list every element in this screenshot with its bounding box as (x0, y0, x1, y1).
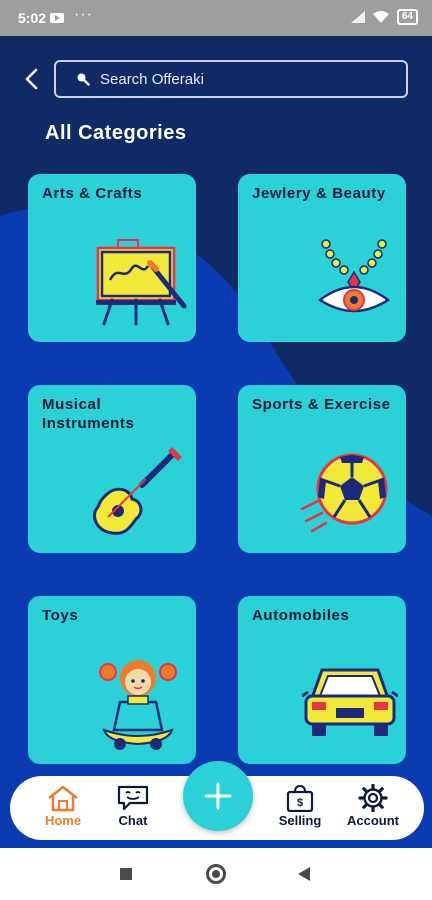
nav-item-home[interactable]: Home (33, 784, 93, 836)
category-card-arts-crafts[interactable]: Arts & Crafts (28, 174, 196, 342)
category-card-jewlery-beauty[interactable]: Jewlery & Beauty (238, 174, 406, 342)
search-input[interactable] (98, 69, 382, 89)
necklace-eye-icon (318, 239, 390, 313)
signal-icon (350, 11, 365, 23)
shopping-bag-icon: $ (286, 784, 314, 812)
recents-icon[interactable] (120, 868, 132, 880)
guitar-icon (93, 447, 182, 535)
nav-label-selling: Selling (278, 813, 322, 828)
back-arrow-icon[interactable] (20, 66, 46, 92)
system-nav-bar (0, 848, 432, 900)
category-card-automobiles[interactable]: Automobiles (238, 596, 406, 764)
wifi-icon (372, 11, 389, 23)
nav-item-chat[interactable]: Chat (103, 784, 163, 836)
back-triangle-icon[interactable] (298, 867, 310, 881)
category-label: Jewlery & Beauty (252, 185, 386, 202)
search-bar[interactable] (54, 60, 408, 98)
category-label: Toys (42, 607, 79, 624)
category-label: Automobiles (252, 607, 350, 624)
home-circle-icon[interactable] (206, 864, 226, 884)
youtube-icon (50, 13, 64, 23)
category-card-musical-instruments[interactable]: Musical Instruments (28, 385, 196, 553)
status-icons: 64 (350, 9, 418, 25)
page-title: All Categories (45, 122, 187, 144)
home-icon (48, 785, 78, 812)
nav-label-chat: Chat (118, 813, 148, 828)
soccer-ball-icon (300, 453, 388, 533)
category-label: Arts & Crafts (42, 185, 143, 202)
category-label: Musical Instruments (42, 396, 135, 432)
chat-icon (117, 785, 149, 811)
search-icon (77, 73, 90, 86)
nav-item-account[interactable]: Account (343, 784, 403, 836)
add-listing-button[interactable] (183, 761, 253, 831)
category-label: Sports & Exercise (252, 396, 391, 413)
car-icon (302, 668, 398, 736)
category-card-toys[interactable]: Toys (28, 596, 196, 764)
battery-icon: 64 (396, 9, 418, 25)
plus-icon (204, 782, 232, 810)
app-screen: All Categories Arts & Crafts Jewlery & B… (0, 36, 432, 848)
nav-label-home: Home (44, 813, 82, 828)
status-time: 5:02 (18, 10, 47, 26)
more-dots-icon: ··· (74, 6, 93, 23)
category-card-sports-exercise[interactable]: Sports & Exercise (238, 385, 406, 553)
gear-icon (358, 784, 388, 812)
svg-text:$: $ (297, 797, 303, 809)
easel-icon (96, 239, 187, 326)
nav-item-selling[interactable]: $ Selling (270, 784, 330, 836)
nav-label-account: Account (347, 813, 399, 828)
doll-icon (99, 660, 177, 750)
status-bar: 5:02 ··· 64 (0, 0, 432, 36)
